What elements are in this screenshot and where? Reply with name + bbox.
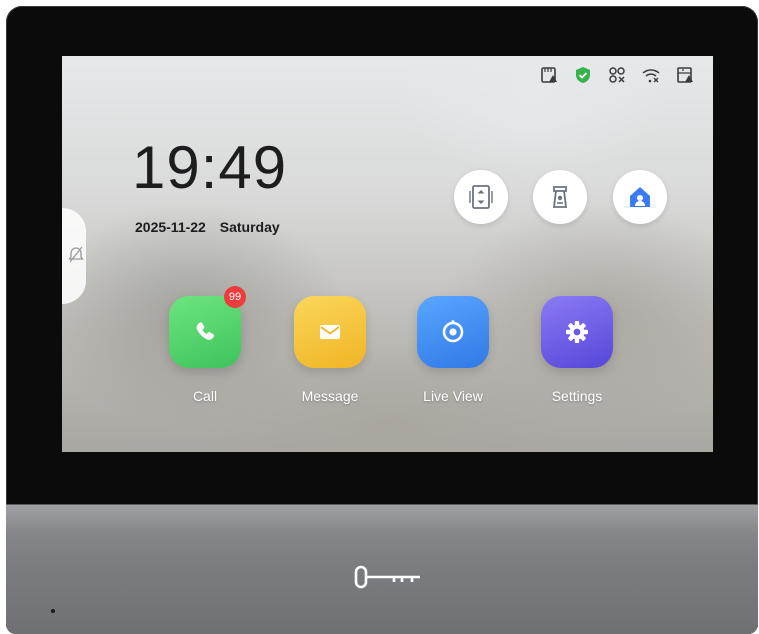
missed-calls-badge: 99: [224, 286, 246, 308]
settings-app-button[interactable]: [541, 296, 613, 368]
live-view-app-button[interactable]: [417, 296, 489, 368]
elevator-icon: [469, 185, 493, 209]
live-view-app-label: Live View: [423, 388, 483, 404]
message-app-button[interactable]: [294, 296, 366, 368]
mute-off-icon: [68, 246, 84, 263]
device-bottom-panel: [6, 504, 758, 634]
link-off-icon: [607, 66, 627, 84]
call-app-label: Call: [192, 388, 218, 404]
clock-date: 2025-11-22: [135, 219, 206, 235]
key-icon: [354, 565, 420, 589]
envelope-icon: [320, 325, 340, 339]
clock-date-row: 2025-11-22 Saturday: [135, 219, 280, 235]
microphone-hole: [51, 609, 55, 613]
home-person-icon: [630, 187, 650, 207]
gear-icon: [566, 321, 588, 343]
storage-alert-icon: [675, 66, 695, 84]
clock-weekday: Saturday: [219, 219, 280, 235]
unlock-key-button[interactable]: [354, 561, 426, 593]
door-station-button[interactable]: [533, 170, 587, 224]
phone-icon: [196, 322, 215, 340]
intercom-device: 19:49 2025-11-22 Saturday 99 Call Messag…: [6, 6, 758, 634]
door-station-icon: [552, 186, 568, 208]
display-screen: 19:49 2025-11-22 Saturday 99 Call Messag…: [62, 56, 713, 452]
wifi-off-icon: [641, 66, 661, 84]
side-drawer-tab[interactable]: [62, 208, 86, 304]
message-app-label: Message: [301, 388, 359, 404]
clock-time: 19:49: [132, 134, 288, 201]
elevator-button[interactable]: [454, 170, 508, 224]
settings-app-label: Settings: [551, 388, 603, 404]
status-bar: [539, 66, 695, 84]
home-button[interactable]: [613, 170, 667, 224]
shield-check-icon: [573, 66, 593, 84]
sd-card-alert-icon: [539, 66, 559, 84]
camera-icon: [442, 320, 464, 343]
